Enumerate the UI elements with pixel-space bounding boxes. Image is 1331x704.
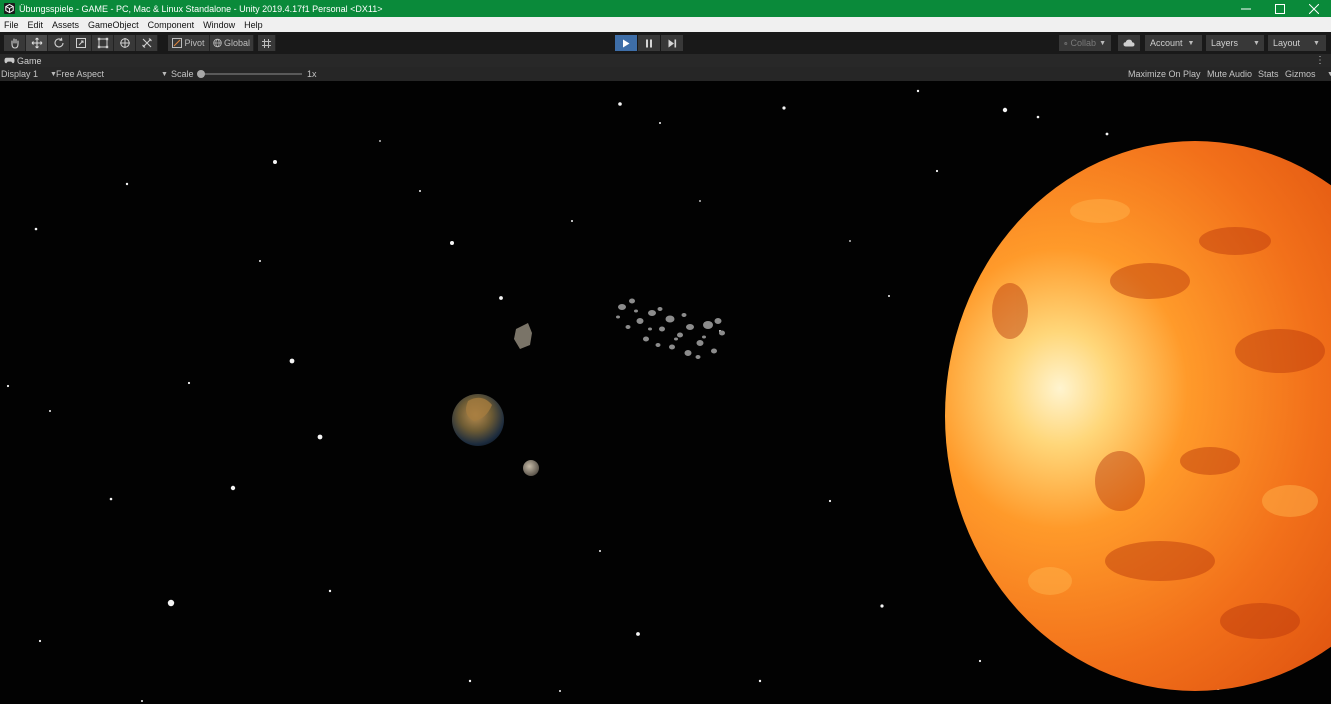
collab-group: Collab ▼: [1059, 35, 1111, 51]
layout-group: Layout ▼: [1268, 35, 1326, 51]
game-tab-bar: Game ⋮: [0, 54, 1331, 67]
tab-game-label: Game: [17, 55, 42, 66]
layers-group: Layers ▼: [1206, 35, 1264, 51]
globe-icon: [213, 38, 222, 48]
play-icon: [623, 39, 630, 47]
menu-bar: File Edit Assets GameObject Component Wi…: [0, 17, 1331, 32]
gamepad-icon: [4, 57, 15, 64]
display-dropdown[interactable]: Display 1 ▼: [1, 67, 57, 81]
cloud-button[interactable]: [1118, 35, 1140, 51]
layers-dropdown[interactable]: Layers ▼: [1206, 35, 1264, 51]
scale-slider-track[interactable]: [200, 73, 302, 75]
menu-window[interactable]: Window: [199, 20, 240, 30]
transform-tool-button[interactable]: [114, 35, 136, 51]
pivot-label: Pivot: [184, 38, 205, 48]
chevron-down-icon: ▼: [1313, 39, 1320, 47]
menu-help[interactable]: Help: [240, 20, 268, 30]
menu-file[interactable]: File: [0, 20, 24, 30]
chevron-down-icon: ▼: [1327, 70, 1331, 78]
display-label: Display 1: [1, 69, 39, 79]
scale-label: Scale: [171, 69, 194, 79]
chevron-down-icon: ▼: [1099, 39, 1106, 47]
play-button[interactable]: [615, 35, 637, 51]
mute-audio-toggle[interactable]: Mute Audio: [1207, 67, 1252, 81]
layout-dropdown[interactable]: Layout ▼: [1268, 35, 1326, 51]
window-title: Übungsspiele - GAME - PC, Mac & Linux St…: [19, 3, 383, 14]
rect-tool-icon: [97, 37, 108, 49]
account-group: Account ▼: [1145, 35, 1202, 51]
maximize-on-play-toggle[interactable]: Maximize On Play: [1128, 67, 1201, 81]
maximize-icon[interactable]: [1263, 0, 1297, 17]
transform-tools: [4, 35, 158, 51]
transform-icon: [119, 38, 130, 48]
chevron-down-icon: ▼: [1253, 39, 1260, 47]
custom-tool-button[interactable]: [136, 35, 158, 51]
menu-assets[interactable]: Assets: [48, 20, 84, 30]
tab-game[interactable]: Game: [0, 56, 42, 66]
gizmos-dropdown[interactable]: Gizmos ▼: [1285, 67, 1331, 81]
cloud-group: [1118, 35, 1140, 51]
hand-icon: [10, 38, 19, 49]
grid-snap-group: [258, 35, 276, 51]
menu-gameobject[interactable]: GameObject: [84, 20, 144, 30]
cloud-icon: [1123, 39, 1135, 47]
scale-value: 1x: [307, 69, 317, 79]
collab-label: Collab: [1070, 38, 1097, 48]
pivot-toggles: Pivot Global: [168, 35, 254, 51]
rotate-icon: [54, 37, 64, 48]
scale-tool-button[interactable]: [70, 35, 92, 51]
chevron-down-icon: ▼: [1187, 39, 1195, 47]
rect-tool-button[interactable]: [92, 35, 114, 51]
pivot-icon: [172, 38, 183, 48]
menu-edit[interactable]: Edit: [24, 20, 49, 30]
main-toolbar: Pivot Global Collab ▼ Account ▼ Layers ▼…: [0, 32, 1331, 54]
rotate-tool-button[interactable]: [48, 35, 70, 51]
pause-button[interactable]: [638, 35, 660, 51]
gizmos-label: Gizmos: [1285, 69, 1316, 79]
asteroid-belt: [616, 298, 725, 359]
step-button[interactable]: [661, 35, 683, 51]
minimize-icon[interactable]: [1229, 0, 1263, 17]
moon: [523, 460, 539, 476]
scale-slider-handle[interactable]: [197, 70, 205, 78]
account-dropdown[interactable]: Account ▼: [1145, 35, 1202, 51]
global-button[interactable]: Global: [210, 35, 254, 51]
close-icon[interactable]: [1297, 0, 1331, 17]
grid-snap-button[interactable]: [258, 35, 276, 51]
move-icon: [31, 37, 42, 49]
game-viewport[interactable]: [0, 81, 1331, 704]
pause-icon: [646, 39, 652, 47]
layout-label: Layout: [1273, 38, 1301, 48]
hand-tool-button[interactable]: [4, 35, 26, 51]
game-view-controls: Display 1 ▼ Free Aspect ▼ Scale 1x Maxim…: [0, 67, 1331, 81]
game-scene: [6, 89, 1331, 702]
earth-planet: [452, 394, 504, 446]
global-label: Global: [223, 38, 250, 48]
more-options-icon[interactable]: ⋮: [1315, 54, 1325, 67]
chevron-down-icon: ▼: [161, 70, 168, 78]
custom-tool-icon: [141, 38, 152, 48]
sun-planet: [945, 141, 1331, 691]
playback-controls: [615, 35, 684, 51]
menu-component[interactable]: Component: [144, 20, 200, 30]
pivot-button[interactable]: Pivot: [168, 35, 210, 51]
scale-icon: [75, 38, 86, 48]
aspect-label: Free Aspect: [56, 69, 105, 79]
asteroid: [514, 323, 532, 349]
aspect-dropdown[interactable]: Free Aspect ▼: [56, 67, 168, 81]
collab-icon: [1064, 41, 1068, 45]
stats-toggle[interactable]: Stats: [1258, 67, 1279, 81]
move-tool-button[interactable]: [26, 35, 48, 51]
collab-dropdown[interactable]: Collab ▼: [1059, 35, 1111, 51]
account-label: Account: [1150, 38, 1183, 48]
window-title-bar: Übungsspiele - GAME - PC, Mac & Linux St…: [0, 0, 1331, 17]
layers-label: Layers: [1211, 38, 1239, 48]
unity-logo-icon: [4, 3, 15, 14]
step-icon: [668, 39, 676, 47]
grid-snap-icon: [262, 38, 271, 48]
